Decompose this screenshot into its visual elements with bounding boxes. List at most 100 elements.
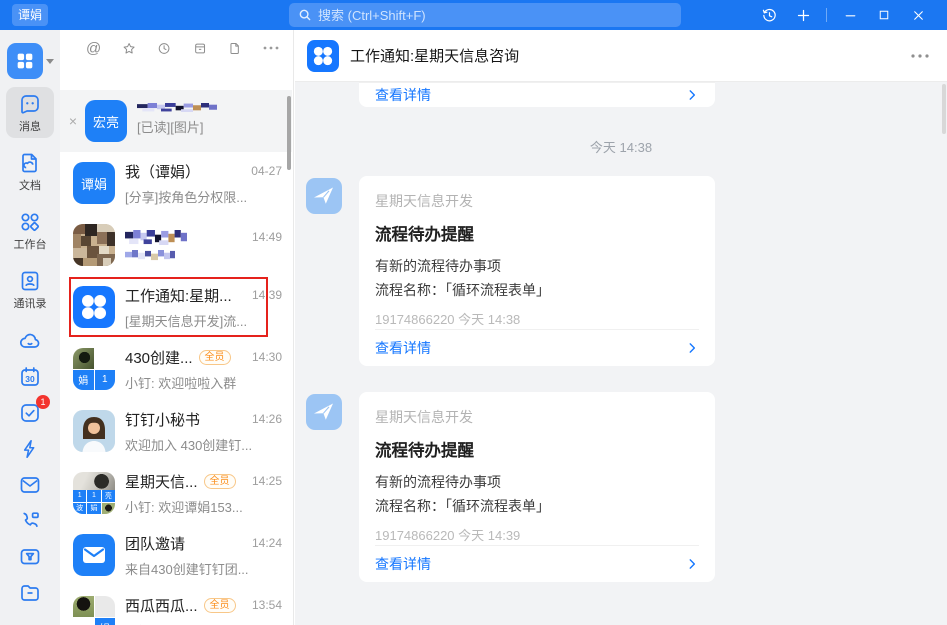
file-box-filter-icon[interactable] [193,40,207,57]
message-history-button[interactable] [752,0,786,30]
redacted-chat-name [137,103,217,112]
chat-preview: [分享]按角色分权限... [125,187,247,206]
chat-preview: 小钉: 欢迎谭娟153... [125,497,243,516]
sidebar-nav-item[interactable]: 工作台 [6,205,54,256]
chat-list-scrollbar[interactable] [287,96,291,170]
close-icon [912,9,925,22]
group-avatar-grid: 娟 [73,596,115,625]
view-details-link[interactable]: 查看详情 [375,329,699,366]
chat-list-item[interactable]: 团队邀请 14:24 来自430创建钉钉团... [60,524,292,586]
chevron-down-icon[interactable] [46,59,54,64]
chat-name: 团队邀请 [125,533,185,554]
chat-time: 14:25 [246,474,282,488]
document-filter-icon[interactable] [228,40,242,57]
message-icon [18,92,42,116]
chat-list-item[interactable]: 谭娟 我（谭娟） 04-27 [60,152,292,214]
chat-avatar: 宏亮 [85,100,127,142]
chat-list-more-button[interactable] [263,46,279,50]
mail-button[interactable] [18,473,42,497]
phone-video-icon [18,509,42,533]
chat-avatar [73,286,115,328]
chat-list-item[interactable]: 工作通知:星期... 14:39 [星期天信息开发]流... [60,276,292,338]
all-members-badge: 全员 [204,474,236,489]
close-button[interactable] [901,0,935,30]
chat-name: 我（谭娟） [125,161,200,182]
card-body-line: 有新的流程待办事项 [375,254,699,278]
flash-button[interactable] [19,437,41,461]
calendar-day-label: 30 [18,365,42,389]
sidebar-nav-item[interactable]: 通讯录 [6,264,54,315]
sidebar-nav-item[interactable]: 文档 [6,146,54,197]
chat-avatar: 1 1 亮 波 娟 [73,472,115,514]
conversation-title: 工作通知:星期天信息咨询 [350,45,519,66]
phone-video-button[interactable] [18,509,42,533]
redacted-chat-preview [125,250,175,261]
recent-filter-icon[interactable] [157,40,171,57]
docs-icon [18,151,42,175]
search-input[interactable] [318,8,672,23]
favorites-filter-icon[interactable] [122,40,136,57]
view-details-link[interactable]: 查看详情 [375,85,431,105]
chat-preview: 小钉: 19174866220... [125,621,249,625]
assistant-avatar-photo [73,410,115,452]
remove-chat-icon[interactable]: × [67,112,79,130]
chat-list-item[interactable]: 娟1 430创建... 全员 14:30 [60,338,292,400]
current-user-tag[interactable]: 谭娟 [12,4,48,26]
history-icon [761,7,778,24]
todo-button[interactable]: 1 [18,401,42,425]
new-chat-button[interactable] [786,0,820,30]
conversation-more-button[interactable] [911,54,929,58]
cloud-drive-button[interactable] [18,329,42,353]
calendar-button[interactable]: 30 [18,365,42,389]
chat-preview: 小钉: 欢迎啦啦入群 [125,373,236,392]
lightning-icon [19,438,41,460]
chat-name: 工作通知:星期... [125,285,232,306]
chat-list-item[interactable]: 14:49 [60,214,292,276]
chat-list-item[interactable]: 钉钉小秘书 14:26 欢迎加入 430创建钉... [60,400,292,462]
chevron-right-icon [685,88,699,102]
chat-preview: 欢迎加入 430创建钉... [125,435,252,454]
partial-message-card[interactable]: 查看详情 [359,82,715,107]
card-title: 流程待办提醒 [375,221,699,245]
minimize-button[interactable] [833,0,867,30]
folder-icon [18,581,42,605]
meeting-icon [18,545,42,569]
conversation-avatar-icon [307,40,339,72]
date-divider: 今天 14:38 [295,137,947,156]
mail-icon [18,473,42,497]
all-members-badge: 全员 [204,598,236,613]
rail-more-button[interactable] [20,617,40,625]
app-menu-button[interactable] [7,43,43,79]
chat-time: 14:24 [246,536,282,550]
global-search[interactable] [289,3,681,27]
chevron-right-icon [685,557,699,571]
meeting-button[interactable] [18,545,42,569]
chat-time: 14:39 [246,288,282,302]
chat-list-item[interactable]: × 宏亮 [60,90,292,152]
sidebar-nav-item[interactable]: 消息 [6,87,54,138]
chat-name: 430创建... [125,347,193,368]
message-area: 查看详情 今天 14:38 星期天信息开发 流程待办提醒 有新的流程待办事项 流… [295,82,947,625]
sidebar-nav-label: 工作台 [14,236,47,252]
plus-icon [796,8,811,23]
app-grid-icon [14,50,36,72]
chat-list-item[interactable]: 娟 西瓜西瓜... 全员 13:54 小钉: 19174866220... [60,586,292,625]
mention-filter-icon[interactable]: @ [86,41,101,56]
workflow-notice-card[interactable]: 星期天信息开发 流程待办提醒 有新的流程待办事项 流程名称：「循环流程表单」 1… [359,176,715,366]
workflow-notice-card[interactable]: 星期天信息开发 流程待办提醒 有新的流程待办事项 流程名称：「循环流程表单」 1… [359,392,715,582]
message-row: 星期天信息开发 流程待办提醒 有新的流程待办事项 流程名称：「循环流程表单」 1… [295,176,947,366]
chat-avatar: 娟 [73,596,115,625]
message-scrollbar[interactable] [942,84,946,134]
all-members-badge: 全员 [199,350,231,365]
card-body-line: 有新的流程待办事项 [375,470,699,494]
chat-list-item[interactable]: 1 1 亮 波 娟 星期天信... [60,462,292,524]
minimize-icon [844,9,857,22]
sidebar-nav-label: 通讯录 [14,295,47,311]
group-avatar-grid9: 1 1 亮 波 娟 [73,472,115,514]
folder-button[interactable] [18,581,42,605]
invite-avatar [73,534,115,576]
maximize-button[interactable] [867,0,901,30]
view-details-link[interactable]: 查看详情 [375,545,699,582]
chat-avatar [73,224,115,266]
card-source: 星期天信息开发 [375,407,699,427]
